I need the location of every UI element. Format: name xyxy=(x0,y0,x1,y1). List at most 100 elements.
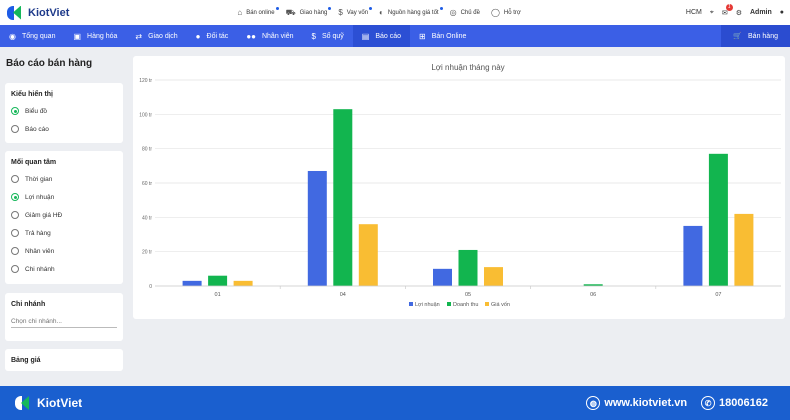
x-tick-label: 06 xyxy=(590,292,596,298)
x-tick-label: 01 xyxy=(215,292,221,298)
nav-doi-tac-icon: ● xyxy=(195,31,201,41)
radio-option-nhan-vien[interactable]: Nhân viên xyxy=(5,242,123,260)
radio-button[interactable] xyxy=(11,229,19,237)
kiotviet-logo-icon xyxy=(6,4,24,22)
nav-bao-cao-icon: ▤ xyxy=(361,31,370,41)
bar-loi-nhuan-05 xyxy=(433,268,452,286)
branch-select-input[interactable] xyxy=(11,316,117,328)
nav-label: Sổ quỹ xyxy=(321,32,344,40)
price-table-card: Bảng giá xyxy=(5,349,123,371)
bar-doanh-thu-05 xyxy=(458,249,478,286)
radio-label: Nhân viên xyxy=(25,247,55,255)
radio-option-bieu-do[interactable]: Biểu đồ xyxy=(5,102,123,120)
bar-loi-nhuan-04 xyxy=(307,170,327,286)
radio-button[interactable] xyxy=(11,211,19,219)
nav-bao-cao[interactable]: ▤ Báo cáo xyxy=(352,25,411,47)
sell-button[interactable]: 🛒 Bán hàng xyxy=(721,25,790,47)
nav-tong-quan[interactable]: ◉ Tổng quan xyxy=(0,25,64,47)
radio-option-loi-nhuan[interactable]: Lợi nhuận xyxy=(5,188,123,206)
radio-label: Biểu đồ xyxy=(25,107,48,115)
footer-brand-name: KiotViet xyxy=(37,396,83,410)
nav-label: Giao dịch xyxy=(148,32,178,40)
user-avatar-icon[interactable]: ● xyxy=(780,9,784,16)
top-menu-vay-von[interactable]: $ Vay vốn xyxy=(338,7,373,17)
gear-icon[interactable]: ⚙ xyxy=(736,9,742,17)
nav-so-quy-icon: $ xyxy=(311,31,316,41)
y-tick-label: 0 xyxy=(149,284,152,290)
radio-button[interactable] xyxy=(11,175,19,183)
money-bag-icon: $ xyxy=(338,8,343,17)
top-menu-label: Nguồn hàng giá tốt xyxy=(387,9,439,16)
palette-icon: ◎ xyxy=(449,8,457,17)
sell-button-label: Bán hàng xyxy=(748,32,778,40)
top-menu-chu-de[interactable]: ◎ Chủ đề xyxy=(450,8,480,17)
nav-hang-hoa-icon: ▣ xyxy=(73,31,82,41)
new-indicator-dot xyxy=(369,7,373,10)
nav-hang-hoa[interactable]: ▣ Hàng hóa xyxy=(64,25,126,47)
truck-icon: ⛟ xyxy=(285,7,296,17)
nav-so-quy[interactable]: $ Sổ quỹ xyxy=(303,25,353,47)
radio-option-bao-cao[interactable]: Báo cáo xyxy=(5,120,123,138)
radio-option-thoi-gian[interactable]: Thời gian xyxy=(5,170,123,188)
page-title: Báo cáo bán hàng xyxy=(6,58,93,69)
website-text: www.kiotviet.vn xyxy=(604,397,688,409)
radio-option-chi-nhanh[interactable]: Chi nhánh xyxy=(5,260,123,278)
nav-label: Nhân viên xyxy=(261,32,294,40)
radio-button[interactable] xyxy=(11,193,19,201)
region-label[interactable]: HCM xyxy=(686,9,702,16)
cart-icon: 🛒 xyxy=(733,33,743,40)
nav-label: Bán Online xyxy=(431,32,467,40)
location-pin-icon[interactable]: ⌖ xyxy=(710,9,714,17)
x-tick-label: 05 xyxy=(465,292,471,298)
chat-icon: ◯ xyxy=(490,8,500,17)
nav-nhan-vien[interactable]: ●● Nhân viên xyxy=(237,25,302,47)
kiotviet-logo[interactable]: KiotViet xyxy=(6,4,69,22)
radio-label: Báo cáo xyxy=(25,125,49,133)
branch-heading: Chi nhánh xyxy=(11,301,46,308)
new-indicator-dot xyxy=(275,7,279,10)
chart-title: Lợi nhuận tháng này xyxy=(431,63,504,72)
supplier-icon: ◐ xyxy=(379,8,384,17)
top-menu-label: Vay vốn xyxy=(346,9,369,16)
user-name[interactable]: Admin xyxy=(750,9,772,16)
top-menu-ho-tro[interactable]: ◯ Hỗ trợ xyxy=(491,8,521,17)
new-indicator-dot xyxy=(328,6,332,10)
radio-button[interactable] xyxy=(11,125,19,133)
footer-logo: KiotViet xyxy=(14,394,82,412)
bar-doanh-thu-07 xyxy=(708,153,728,286)
main-nav: ◉ Tổng quan ▣ Hàng hóa ⇄ Giao dịch ● Đối tác ●● N… xyxy=(0,25,790,47)
radio-option-tra-hang[interactable]: Trả hàng xyxy=(5,224,123,242)
legend-swatch-gia-von xyxy=(485,302,489,306)
radio-button[interactable] xyxy=(11,107,19,115)
nav-doi-tac[interactable]: ● Đối tác xyxy=(187,25,238,47)
radio-option-giam-gia-hd[interactable]: Giảm giá HĐ xyxy=(5,206,123,224)
bar-doanh-thu-04 xyxy=(333,109,353,286)
radio-button[interactable] xyxy=(11,265,19,273)
y-tick-label: 60 tr xyxy=(142,181,152,187)
nav-ban-online-icon: ⊞ xyxy=(419,31,426,41)
x-tick-label: 07 xyxy=(715,292,721,298)
price-table-heading: Bảng giá xyxy=(11,357,41,364)
website-link[interactable]: ◍ www.kiotviet.vn xyxy=(586,396,687,410)
legend-label-loi-nhuan: Lợi nhuận xyxy=(415,302,440,308)
radio-button[interactable] xyxy=(11,247,19,255)
top-menu-nguon-hang-gia-tot[interactable]: ◐ Nguồn hàng giá tốt xyxy=(379,7,443,17)
hotline-link[interactable]: ✆ 18006162 xyxy=(701,396,768,410)
footer-contact: ◍ www.kiotviet.vn ✆ 18006162 xyxy=(572,386,768,420)
display-type-heading: Kiểu hiển thị xyxy=(11,91,53,98)
mail-icon[interactable]: ✉ 1 xyxy=(722,3,733,17)
kiotviet-logo-icon xyxy=(14,394,32,412)
nav-giao-dich[interactable]: ⇄ Giao dịch xyxy=(126,25,186,47)
top-menu-giao-hang[interactable]: ⛟ Giao hàng xyxy=(285,6,332,18)
radio-label: Lợi nhuận xyxy=(25,193,55,201)
bar-loi-nhuan-07 xyxy=(683,225,703,286)
nav-ban-online[interactable]: ⊞ Bán Online xyxy=(410,25,475,47)
legend-label-gia-von: Giá vốn xyxy=(491,302,510,308)
y-tick-label: 100 tr xyxy=(139,112,152,118)
radio-label: Chi nhánh xyxy=(25,265,55,273)
profit-chart: Lợi nhuận tháng này 0 20 tr 40 tr 60 tr 80 tr… xyxy=(139,63,781,308)
y-tick-label: 80 tr xyxy=(142,147,152,153)
radio-label: Trả hàng xyxy=(25,229,51,237)
top-menu-ban-online[interactable]: ⌂ Bán online xyxy=(237,7,279,17)
bar-gia-von-05 xyxy=(484,267,503,286)
